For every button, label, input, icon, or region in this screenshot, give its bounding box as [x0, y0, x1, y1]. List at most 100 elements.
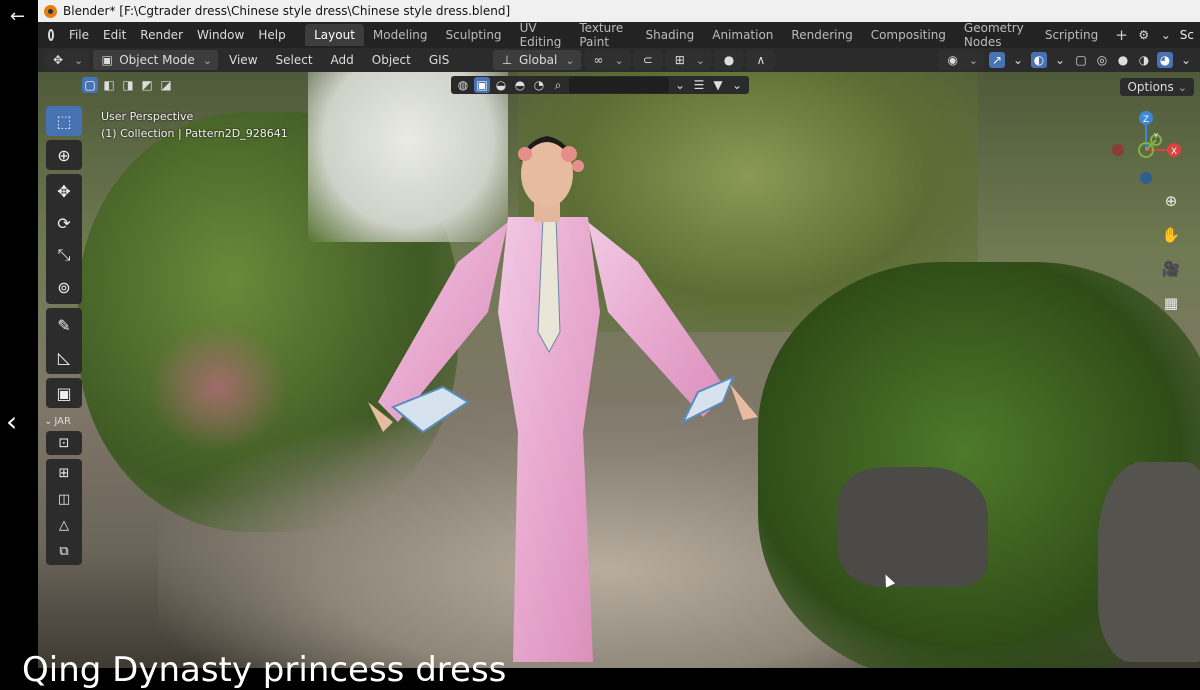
menu-edit[interactable]: Edit — [96, 28, 133, 42]
grid-icon[interactable]: ▦ — [1159, 292, 1183, 314]
blender-logo-icon — [44, 4, 57, 18]
tab-rendering[interactable]: Rendering — [782, 24, 861, 46]
select-intersect-icon[interactable]: ◪ — [158, 77, 174, 93]
menu-view[interactable]: View — [222, 53, 264, 67]
tab-layout[interactable]: Layout — [305, 24, 364, 46]
addon-tool-icon[interactable]: ⊡ — [46, 431, 82, 455]
chevron-down-icon[interactable]: ⌄ — [1158, 27, 1174, 43]
editor-type-button[interactable]: ✥ — [44, 50, 90, 70]
tab-sculpting[interactable]: Sculpting — [437, 24, 511, 46]
material-shading-icon[interactable]: ◑ — [1136, 52, 1152, 68]
box-tool-icon[interactable]: ⧉ — [46, 539, 82, 563]
light-filter-icon[interactable]: ◓ — [512, 77, 528, 93]
select-invert-icon[interactable]: ◩ — [139, 77, 155, 93]
filter-icon[interactable]: ▼ — [710, 77, 726, 93]
material-filter-icon[interactable]: ◒ — [493, 77, 509, 93]
wireframe-shading-icon[interactable]: ◎ — [1094, 52, 1110, 68]
chevron-down-icon[interactable]: ⌄ — [1178, 52, 1194, 68]
gizmo-neg-z-axis[interactable] — [1140, 172, 1152, 184]
orientation-icon: ⊥ — [501, 53, 513, 67]
scale-icon[interactable]: ⤡ — [46, 240, 82, 270]
object-types-icon[interactable]: ◍ — [455, 77, 471, 93]
cursor-icon[interactable]: ⊕ — [46, 140, 82, 170]
move-icon[interactable]: ✥ — [46, 176, 82, 206]
blender-window: Blender* [F:\Cgtrader dress\Chinese styl… — [38, 0, 1200, 668]
character-model[interactable] — [338, 102, 758, 668]
proportional-toggle[interactable]: ● — [714, 50, 743, 70]
visibility-select[interactable]: ◉ — [938, 50, 984, 70]
transform-icon: ✥ — [52, 53, 64, 67]
camera-icon[interactable]: 🎥 — [1159, 258, 1183, 280]
tab-modeling[interactable]: Modeling — [364, 24, 437, 46]
select-extend-icon[interactable]: ◧ — [101, 77, 117, 93]
select-new-icon[interactable]: ▢ — [82, 77, 98, 93]
addon-label: JAR — [54, 416, 71, 427]
snap-target-select[interactable]: ⊞ — [665, 50, 711, 70]
add-workspace-button[interactable]: + — [1107, 26, 1136, 44]
select-box-icon[interactable]: ⬚ — [46, 106, 82, 136]
top-bar: File Edit Render Window Help Layout Mode… — [38, 21, 1200, 49]
search-input[interactable] — [569, 77, 669, 93]
chevron-down-icon: ⌄ — [44, 416, 53, 427]
back-arrow-icon[interactable]: ← — [10, 6, 25, 27]
orientation-select[interactable]: ⊥ Global — [493, 50, 581, 70]
gizmo-neg-x-axis[interactable] — [1112, 144, 1124, 156]
3d-viewport[interactable]: User Perspective (1) Collection | Patter… — [38, 72, 1200, 668]
chevron-down-icon[interactable]: ⌄ — [729, 77, 745, 93]
menu-gis[interactable]: GIS — [422, 53, 456, 67]
gizmo-toggle[interactable]: ↗ — [989, 52, 1005, 68]
screen-left-margin: ← ‹ — [0, 0, 38, 675]
transform-icon[interactable]: ⊚ — [46, 272, 82, 302]
navigation-gizmo[interactable]: Z X Y — [1108, 108, 1184, 184]
chevron-down-icon[interactable]: ⌄ — [672, 77, 688, 93]
sort-icon[interactable]: ☰ — [691, 77, 707, 93]
grid-tool-icon[interactable]: ⊞ — [46, 461, 82, 485]
snap-toggle[interactable]: ⊂ — [633, 50, 662, 70]
menu-file[interactable]: File — [62, 28, 96, 42]
options-button[interactable]: Options — [1120, 78, 1194, 96]
measure-icon[interactable]: ◺ — [46, 342, 82, 372]
tab-shading[interactable]: Shading — [636, 24, 703, 46]
plane-tool-icon[interactable]: ◫ — [46, 487, 82, 511]
mesh-filter-icon[interactable]: ▣ — [474, 77, 490, 93]
perspective-label: User Perspective — [101, 110, 194, 123]
tab-animation[interactable]: Animation — [703, 24, 782, 46]
blender-menu-icon[interactable] — [46, 27, 56, 43]
select-subtract-icon[interactable]: ◨ — [120, 77, 136, 93]
scene-icon[interactable]: ⚙ — [1136, 27, 1152, 43]
addon-header[interactable]: ⌄ JAR — [44, 416, 84, 427]
menu-window[interactable]: Window — [190, 28, 251, 42]
magnet-icon: ⊂ — [642, 53, 653, 67]
gizmo-z-label: Z — [1143, 115, 1149, 125]
menu-help[interactable]: Help — [251, 28, 292, 42]
search-icon[interactable]: ⌕ — [550, 77, 566, 93]
add-cube-icon[interactable]: ▣ — [46, 378, 82, 408]
scene-name[interactable]: Sc — [1180, 28, 1194, 42]
chevron-down-icon[interactable]: ⌄ — [1052, 52, 1068, 68]
menu-select[interactable]: Select — [269, 53, 320, 67]
tab-compositing[interactable]: Compositing — [862, 24, 955, 46]
chevron-left-icon[interactable]: ‹ — [6, 405, 17, 438]
camera-filter-icon[interactable]: ◔ — [531, 77, 547, 93]
zoom-icon[interactable]: ⊕ — [1159, 190, 1183, 212]
background-shrub — [148, 322, 288, 452]
menu-add[interactable]: Add — [324, 53, 361, 67]
rendered-shading-icon[interactable]: ◕ — [1157, 52, 1173, 68]
chevron-down-icon[interactable]: ⌄ — [1010, 52, 1026, 68]
annotate-icon[interactable]: ✎ — [46, 310, 82, 340]
right-hand — [730, 384, 758, 420]
menu-object[interactable]: Object — [365, 53, 418, 67]
window-title: Blender* [F:\Cgtrader dress\Chinese styl… — [63, 4, 511, 18]
falloff-select[interactable]: ∧ — [746, 50, 775, 70]
overlay-toggle[interactable]: ◐ — [1031, 52, 1047, 68]
tab-scripting[interactable]: Scripting — [1036, 24, 1107, 46]
shape-tool-icon[interactable]: △ — [46, 513, 82, 537]
pivot-select[interactable]: ∞ — [584, 50, 630, 70]
background-rock — [1098, 462, 1200, 662]
menu-render[interactable]: Render — [133, 28, 190, 42]
hand-icon[interactable]: ✋ — [1159, 224, 1183, 246]
mode-select[interactable]: ▣ Object Mode — [93, 50, 219, 70]
solid-shading-icon[interactable]: ● — [1115, 52, 1131, 68]
rotate-icon[interactable]: ⟳ — [46, 208, 82, 238]
xray-icon[interactable]: ▢ — [1073, 52, 1089, 68]
